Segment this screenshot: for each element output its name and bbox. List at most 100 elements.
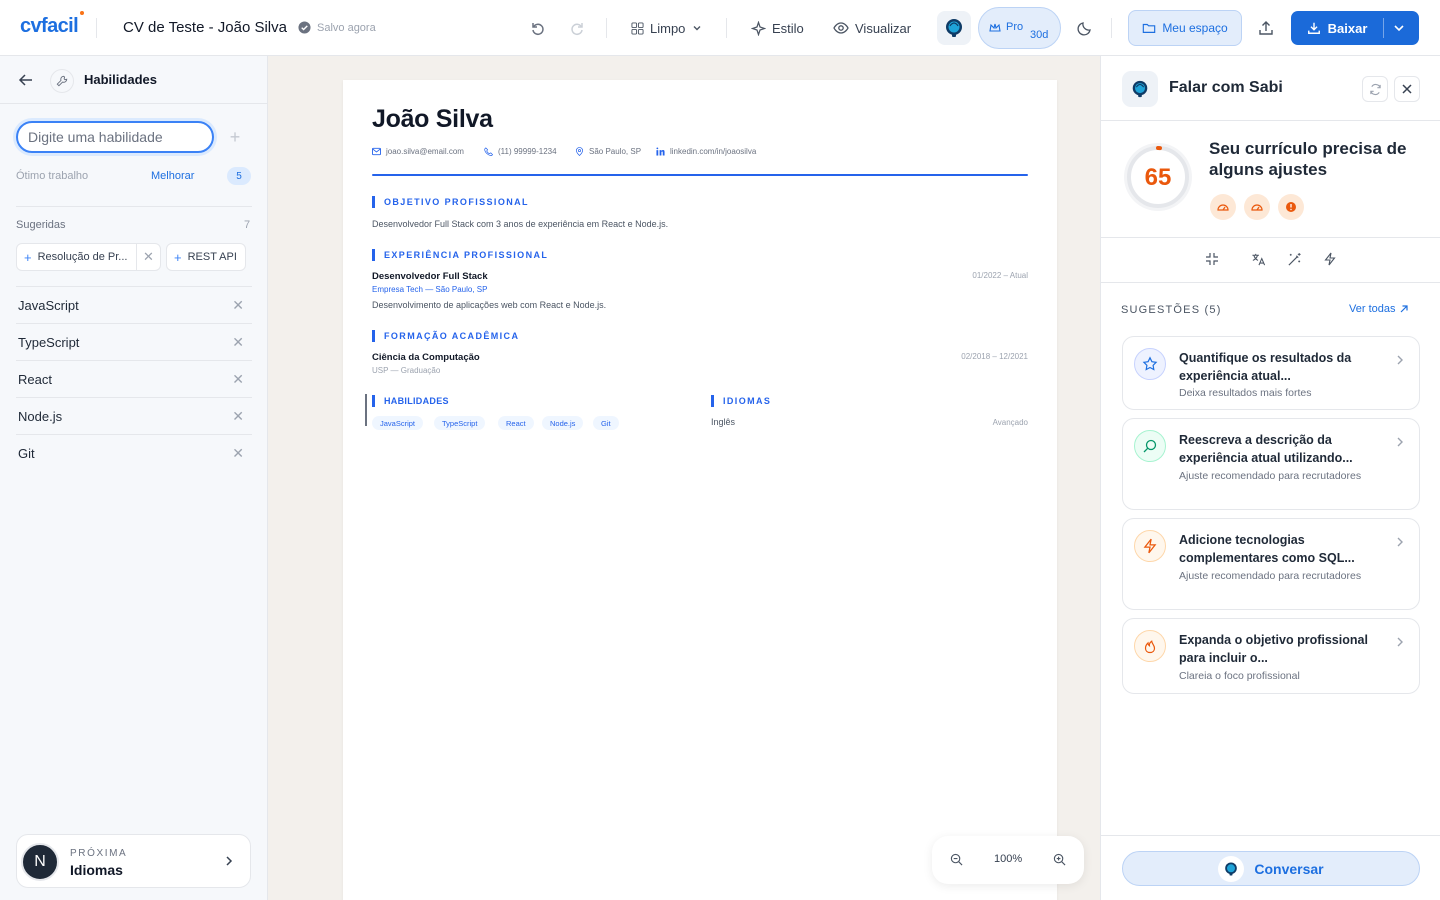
- remove-skill-button[interactable]: ✕: [232, 297, 244, 314]
- dark-mode-toggle[interactable]: [1075, 18, 1095, 38]
- education-heading[interactable]: FORMAÇÃO ACADÊMICA: [372, 330, 519, 342]
- share-button[interactable]: [1256, 18, 1276, 38]
- skill-tag: JavaScript: [372, 416, 424, 430]
- resume-page[interactable]: João Silva joao.silva@email.com (11) 999…: [343, 80, 1057, 900]
- remove-skill-button[interactable]: ✕: [232, 408, 244, 425]
- objective-text[interactable]: Desenvolvedor Full Stack com 3 anos de e…: [372, 219, 668, 229]
- download-label: Baixar: [1327, 20, 1368, 36]
- experience-heading[interactable]: EXPERIÊNCIA PROFISSIONAL: [372, 249, 548, 261]
- zoom-in-button[interactable]: [1053, 853, 1066, 866]
- skill-input[interactable]: [16, 121, 214, 153]
- chevron-right-icon: [1397, 637, 1403, 647]
- skill-list-item[interactable]: JavaScript ✕: [16, 287, 252, 324]
- cv-phone: (11) 99999-1234: [484, 147, 557, 156]
- skill-list-item[interactable]: React ✕: [16, 361, 252, 398]
- languages-heading[interactable]: IDIOMAS: [711, 395, 771, 407]
- style-button[interactable]: Estilo: [751, 18, 804, 38]
- preview-button[interactable]: Visualizar: [833, 18, 911, 38]
- remove-skill-button[interactable]: ✕: [232, 334, 244, 351]
- eye-icon: [833, 22, 849, 34]
- sparkle-icon: [751, 20, 766, 36]
- my-space-label: Meu espaço: [1162, 21, 1228, 35]
- back-button[interactable]: [18, 72, 34, 88]
- zoom-out-icon: [950, 853, 963, 866]
- job-title[interactable]: Desenvolvedor Full Stack: [372, 271, 488, 282]
- dismiss-chip-button[interactable]: ✕: [136, 244, 160, 270]
- cv-name[interactable]: João Silva: [372, 105, 493, 134]
- skill-name: JavaScript: [18, 298, 79, 313]
- magic-tool-button[interactable]: [1284, 249, 1304, 269]
- undo-button[interactable]: [527, 18, 547, 38]
- quick-tool-button[interactable]: [1320, 249, 1340, 269]
- add-skill-button[interactable]: +: [224, 126, 246, 148]
- check-circle-icon: [298, 21, 311, 34]
- chevron-down-icon: [1394, 25, 1404, 32]
- lightning-icon: [1134, 530, 1166, 562]
- degree-name[interactable]: Ciência da Computação: [372, 352, 480, 363]
- score-title: Seu currículo precisa de alguns ajustes: [1209, 139, 1407, 179]
- document-title[interactable]: CV de Teste - João Silva: [123, 19, 287, 36]
- section-drag-handle[interactable]: [365, 394, 367, 426]
- remove-skill-button[interactable]: ✕: [232, 371, 244, 388]
- divider: [16, 206, 252, 207]
- map-pin-icon: [575, 147, 584, 156]
- suggestion-card[interactable]: Quantifique os resultados da experiência…: [1122, 336, 1420, 410]
- divider: [726, 18, 727, 38]
- download-main[interactable]: Baixar: [1291, 11, 1383, 45]
- cv-email-text: joao.silva@email.com: [386, 147, 464, 156]
- gauge-icon: [1244, 194, 1270, 220]
- chat-button[interactable]: Conversar: [1122, 851, 1420, 886]
- suggestion-title: Reescreva a descrição da experiência atu…: [1179, 433, 1353, 465]
- skill-name: Git: [18, 446, 35, 461]
- suggestion-card[interactable]: Expanda o objetivo profissional para inc…: [1122, 618, 1420, 694]
- plus-icon: +: [24, 249, 32, 265]
- skill-list-item[interactable]: Git ✕: [16, 435, 252, 472]
- my-space-button[interactable]: Meu espaço: [1128, 10, 1242, 46]
- job-dates: 01/2022 – Atual: [972, 271, 1028, 280]
- remove-skill-button[interactable]: ✕: [232, 445, 244, 462]
- download-icon: [1307, 22, 1320, 34]
- chevron-right-icon: [226, 856, 233, 866]
- suggestion-card[interactable]: Reescreva a descrição da experiência atu…: [1122, 418, 1420, 510]
- close-panel-button[interactable]: [1394, 76, 1420, 102]
- logo[interactable]: cvfacil: [20, 11, 85, 38]
- assistant-avatar-button[interactable]: [937, 11, 971, 45]
- left-panel: Habilidades + Ótimo trabalho Melhorar 5 …: [0, 56, 268, 900]
- logo-dot: [80, 11, 85, 15]
- refresh-icon: [1369, 83, 1381, 95]
- score-badge: 5: [227, 167, 251, 185]
- compress-tool-button[interactable]: [1202, 249, 1222, 269]
- chat-footer: Conversar: [1101, 835, 1440, 900]
- refresh-button[interactable]: [1362, 76, 1388, 102]
- see-all-link[interactable]: Ver todas: [1349, 303, 1409, 315]
- skills-heading[interactable]: HABILIDADES: [372, 395, 449, 407]
- job-description[interactable]: Desenvolvimento de aplicações web com Re…: [372, 300, 606, 310]
- wrench-icon: [50, 69, 74, 93]
- objective-heading[interactable]: OBJETIVO PROFISSIONAL: [372, 196, 529, 208]
- undo-icon: [532, 23, 544, 36]
- chip-label: Resolução de Pr...: [37, 251, 128, 263]
- zoom-out-button[interactable]: [950, 853, 963, 866]
- suggestions-heading: SUGESTÕES (5): [1121, 304, 1222, 316]
- redo-button[interactable]: [568, 18, 588, 38]
- next-section-button[interactable]: N PRÓXIMA Idiomas: [16, 834, 251, 888]
- save-status-text: Salvo agora: [317, 21, 376, 34]
- translate-tool-button[interactable]: [1248, 249, 1268, 269]
- see-all-label: Ver todas: [1349, 303, 1396, 315]
- brain-icon: [1132, 80, 1148, 98]
- close-icon: [1402, 84, 1412, 94]
- skill-list-item[interactable]: TypeScript ✕: [16, 324, 252, 361]
- assistant-header: Falar com Sabi: [1101, 56, 1440, 121]
- download-options-button[interactable]: [1391, 20, 1407, 36]
- template-label: Limpo: [650, 20, 686, 36]
- suggested-skill-chip[interactable]: + REST API: [166, 243, 246, 271]
- skill-list-item[interactable]: Node.js ✕: [16, 398, 252, 435]
- suggestion-card[interactable]: Adicione tecnologias complementares como…: [1122, 518, 1420, 610]
- template-dropdown[interactable]: Limpo: [631, 18, 703, 38]
- preview-label: Visualizar: [855, 20, 912, 36]
- download-button[interactable]: Baixar: [1291, 11, 1419, 45]
- header-rule: [372, 174, 1028, 176]
- suggested-skill-chip[interactable]: + Resolução de Pr... ✕: [16, 243, 161, 271]
- improve-link[interactable]: Melhorar: [151, 170, 194, 182]
- pro-badge[interactable]: Pro 30d: [978, 7, 1061, 49]
